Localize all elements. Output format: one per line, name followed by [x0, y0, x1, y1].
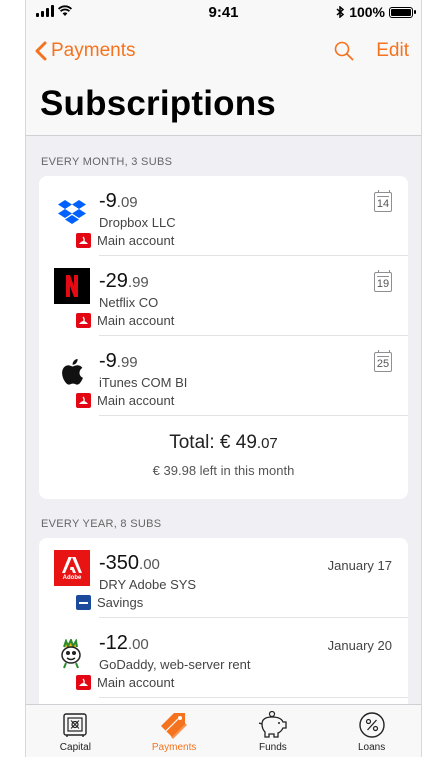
calendar-icon: 19 [374, 270, 392, 292]
tab-payments[interactable]: Payments [125, 705, 224, 757]
santander-icon [76, 393, 91, 408]
apple-logo-icon [55, 355, 89, 389]
bluetooth-icon [336, 6, 345, 18]
safe-icon [62, 710, 88, 740]
chevron-left-icon [35, 41, 47, 61]
tab-capital[interactable]: Capital [26, 705, 125, 757]
merchant-name: iTunes COM BI [99, 375, 188, 390]
godaddy-logo-icon [55, 637, 89, 671]
merchant-name: DRY Adobe SYS [99, 577, 197, 592]
monthly-total: Total: € 49.07 € 39.98 left in this mont… [39, 416, 408, 499]
tab-funds[interactable]: Funds [224, 705, 323, 757]
back-button[interactable]: Payments [34, 40, 135, 62]
calendar-icon: 14 [374, 190, 392, 212]
billing-date: January 17 [327, 558, 392, 573]
account-label: Savings [76, 595, 143, 610]
page-title: Subscriptions [40, 84, 276, 123]
merchant-name: Netflix CO [99, 295, 159, 310]
piggy-bank-icon [257, 710, 289, 740]
account-label: Main account [76, 233, 174, 248]
battery-percent: 100% [349, 4, 385, 20]
merchant-name: GoDaddy, web-server rent [99, 657, 251, 672]
section-header-monthly: EVERY MONTH, 3 SUBS [41, 156, 173, 168]
calendar-icon: 25 [374, 350, 392, 372]
nav-actions: Edit [334, 40, 409, 62]
dropbox-logo-icon [55, 195, 89, 229]
account-label: Main account [76, 675, 174, 690]
navigation-bar: Payments Edit Subscriptions [26, 26, 421, 136]
savings-bank-icon [76, 595, 91, 610]
section-header-yearly: EVERY YEAR, 8 SUBS [41, 518, 162, 530]
netflix-logo-icon [54, 268, 90, 304]
battery-status: 100% [335, 4, 416, 20]
total-amount: Total: € 49.07 [169, 432, 278, 453]
tab-bar: Capital Payments Funds Loans [26, 704, 421, 757]
battery-icon [389, 6, 416, 18]
amount: -9.09 [99, 190, 138, 212]
subscriptions-list: EVERY MONTH, 3 SUBS -9.09 Dropbox LLC Ma… [26, 137, 421, 718]
billing-date: January 20 [327, 638, 392, 653]
list-item[interactable]: -9.99 iTunes COM BI Main account 25 [39, 336, 408, 416]
phone-screen: 9:41 100% Payments Edit Subscriptions EV… [25, 0, 422, 757]
status-bar: 9:41 100% [26, 0, 421, 26]
santander-icon [76, 313, 91, 328]
list-item[interactable]: -12.00 GoDaddy, web-server rent Main acc… [39, 618, 408, 698]
yearly-card: Adobe -350.00 DRY Adobe SYS Savings Janu… [39, 538, 408, 718]
list-item[interactable]: -9.09 Dropbox LLC Main account 14 [39, 176, 408, 256]
adobe-logo-icon: Adobe [54, 550, 90, 586]
back-label: Payments [51, 40, 136, 61]
amount: -29.99 [99, 270, 149, 292]
account-label: Main account [76, 313, 174, 328]
amount: -350.00 [99, 552, 160, 574]
tab-loans[interactable]: Loans [322, 705, 421, 757]
edit-button[interactable]: Edit [376, 40, 409, 62]
santander-icon [76, 233, 91, 248]
remaining-text: € 39.98 left in this month [152, 463, 295, 478]
list-item[interactable]: Adobe -350.00 DRY Adobe SYS Savings Janu… [39, 538, 408, 618]
monthly-card: -9.09 Dropbox LLC Main account 14 -29.99… [39, 176, 408, 499]
amount: -12.00 [99, 632, 149, 654]
tag-icon [158, 710, 190, 740]
amount: -9.99 [99, 350, 138, 372]
account-label: Main account [76, 393, 174, 408]
divider [99, 415, 408, 416]
merchant-name: Dropbox LLC [99, 215, 176, 230]
search-icon[interactable] [334, 41, 354, 61]
list-item[interactable]: -29.99 Netflix CO Main account 19 [39, 256, 408, 336]
percent-icon [358, 710, 386, 740]
santander-icon [76, 675, 91, 690]
divider [99, 697, 408, 698]
